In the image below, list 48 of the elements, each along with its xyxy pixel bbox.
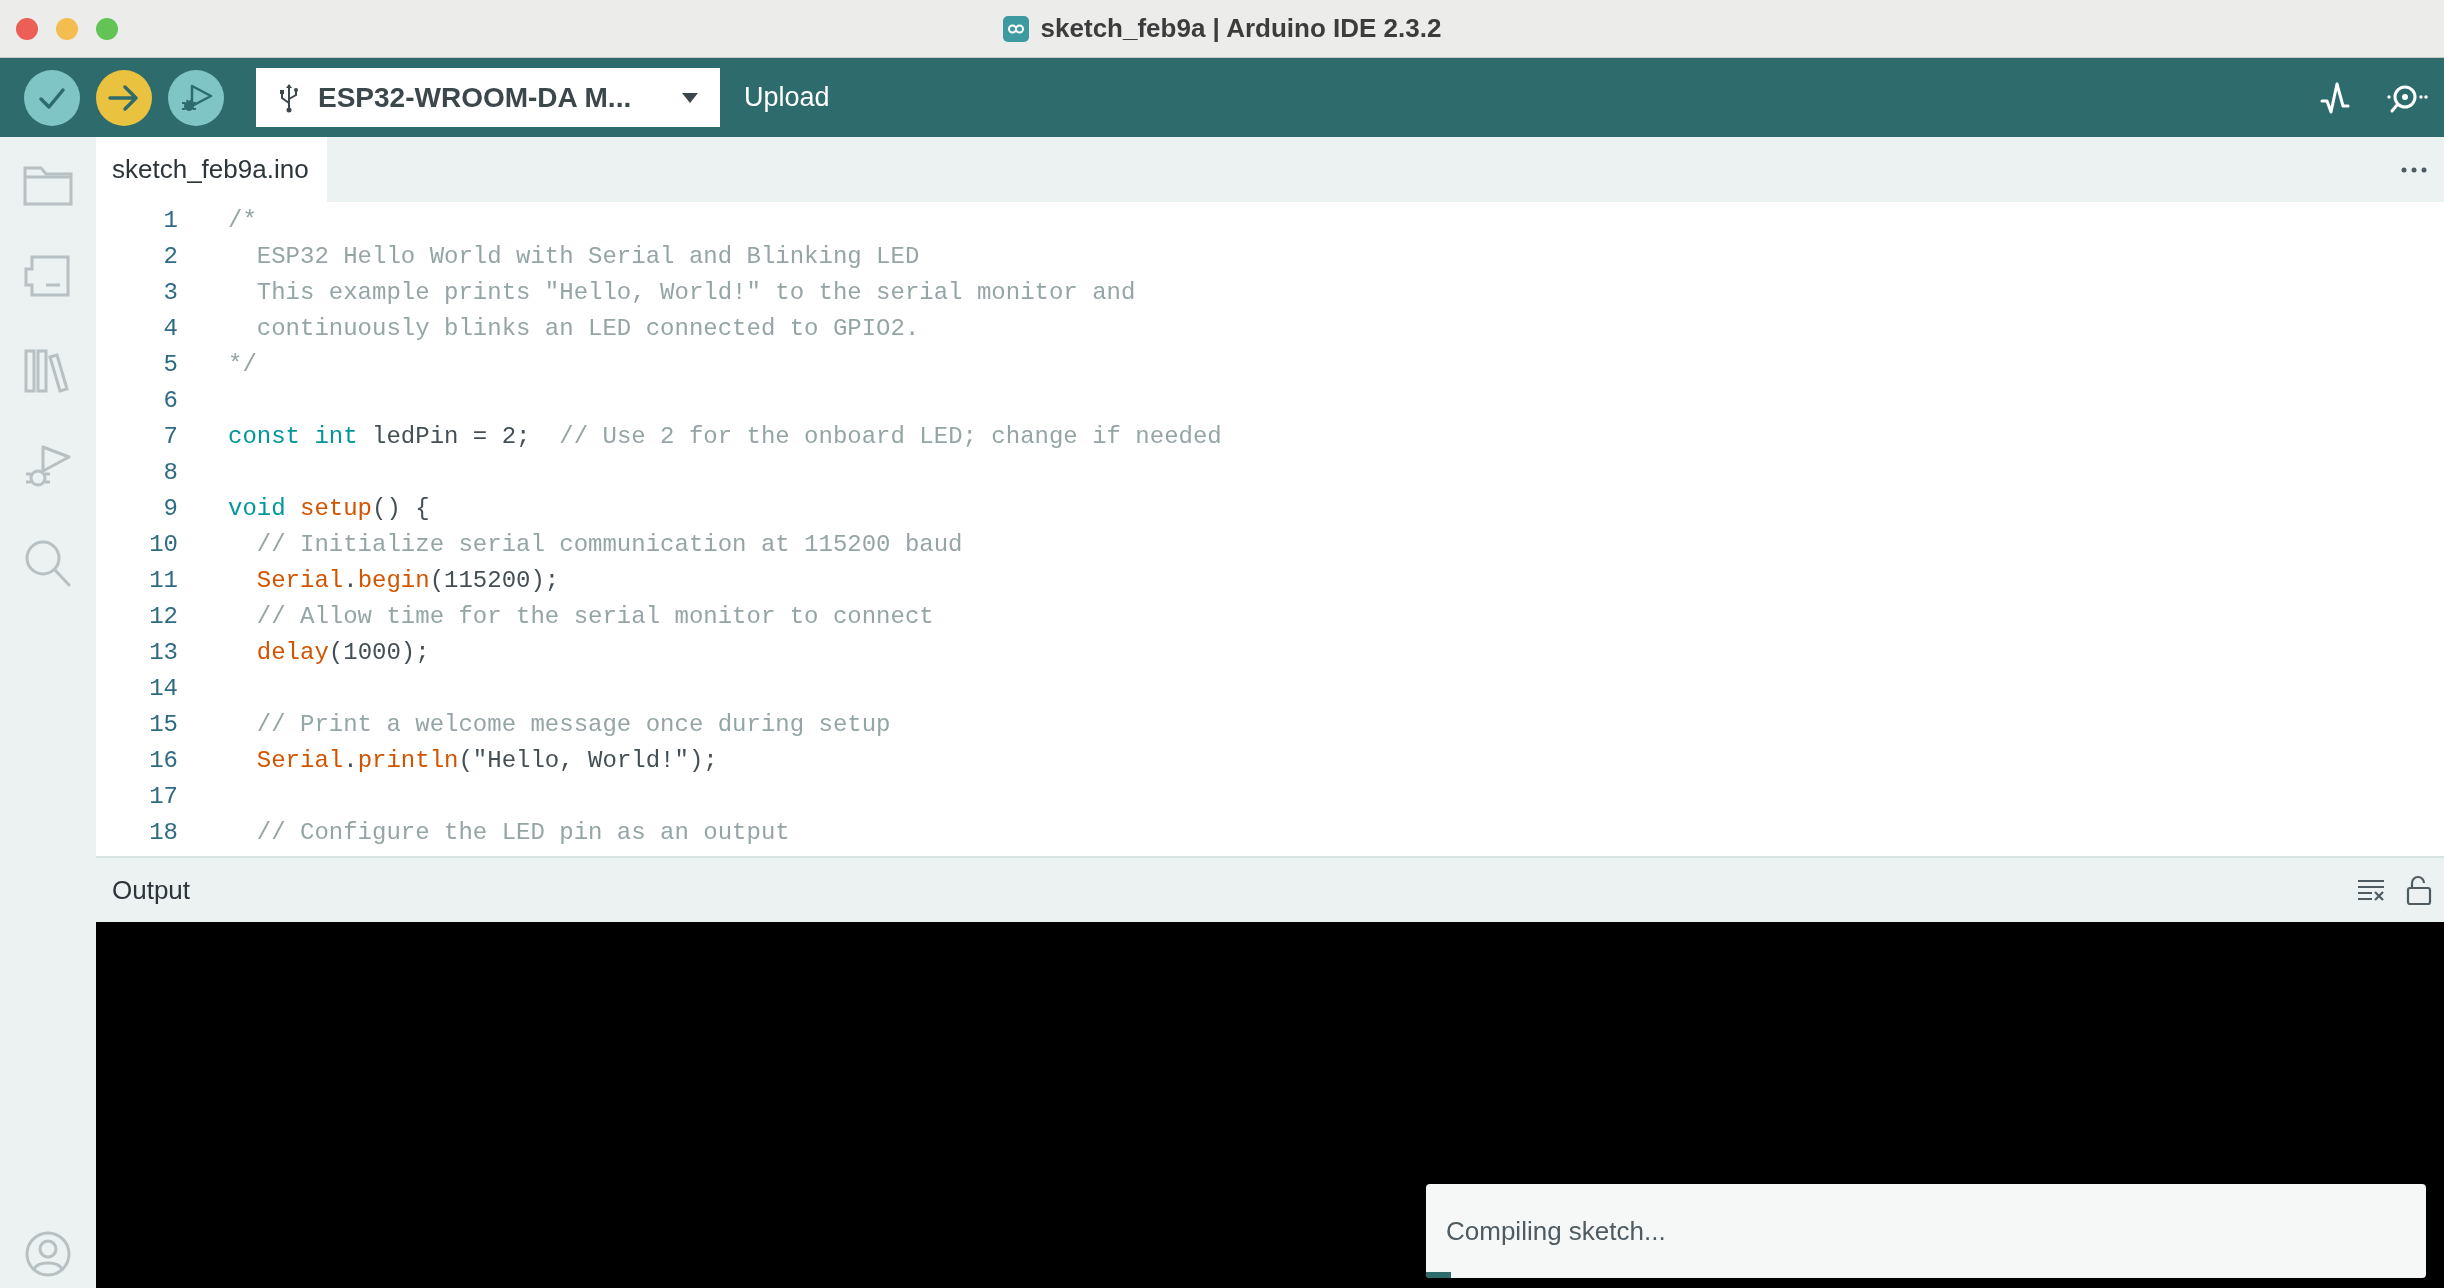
code-line: const int ledPin = 2; // Use 2 for the onboard LED; change if needed <box>228 422 1222 450</box>
output-title: Output <box>112 874 192 906</box>
line-number: 10 <box>148 530 178 558</box>
line-number: 18 <box>148 818 178 846</box>
code-line: // Initialize serial communication at 115200 baud <box>255 530 963 558</box>
code-line: This example prints "Hello, World!" to the serial monitor and <box>255 278 1136 306</box>
line-number: 14 <box>148 674 178 702</box>
clear-output-button[interactable] <box>2356 877 2386 903</box>
line-number: 16 <box>148 746 178 774</box>
app-logo-icon <box>1002 15 1029 42</box>
line-number: 6 <box>162 386 178 414</box>
code-line: Serial.println("Hello, World!"); <box>255 746 718 774</box>
upload-label: Upload <box>744 82 830 113</box>
minimize-button[interactable] <box>56 18 78 40</box>
usb-icon <box>278 82 300 113</box>
code-line: Serial.begin(115200); <box>255 566 560 594</box>
line-number: 11 <box>148 566 178 594</box>
code-line: delay(1000); <box>255 638 430 666</box>
line-number: 3 <box>162 278 178 306</box>
board-selector[interactable]: ESP32-WROOM-DA M... <box>256 68 720 127</box>
file-tab[interactable]: sketch_feb9a.ino <box>96 137 327 202</box>
notification-message: Compiling sketch... <box>1446 1215 1666 1247</box>
zoom-button[interactable] <box>96 18 118 40</box>
line-number: 7 <box>162 422 178 450</box>
code-line: // Print a welcome message once during setup <box>255 710 891 738</box>
account-icon[interactable] <box>24 1230 72 1278</box>
line-number: 12 <box>148 602 178 630</box>
line-number: 2 <box>162 242 178 270</box>
window-title: sketch_feb9a | Arduino IDE 2.3.2 <box>1040 13 1442 44</box>
close-button[interactable] <box>16 18 38 40</box>
caret-icon <box>682 92 698 103</box>
lock-icon[interactable] <box>2406 874 2432 906</box>
code-line: continuously blinks an LED connected to GPIO2. <box>255 314 920 342</box>
line-number: 4 <box>162 314 178 342</box>
line-number: 17 <box>148 782 178 810</box>
line-number: 15 <box>148 710 178 738</box>
more-options-icon <box>2400 165 2428 174</box>
line-number: 1 <box>162 206 178 234</box>
code-line: // Allow time for the serial monitor to connect <box>255 602 934 630</box>
code-line: void setup() { <box>228 494 430 522</box>
line-number: 9 <box>162 494 178 522</box>
code-line: /* <box>228 206 257 234</box>
line-number: 5 <box>162 350 178 378</box>
code-line: ESP32 Hello World with Serial and Blinking LED <box>255 242 920 270</box>
code-line: */ <box>228 350 257 378</box>
code-line: // Configure the LED pin as an output <box>255 818 790 846</box>
line-number: 13 <box>148 638 178 666</box>
line-number: 8 <box>162 458 178 486</box>
